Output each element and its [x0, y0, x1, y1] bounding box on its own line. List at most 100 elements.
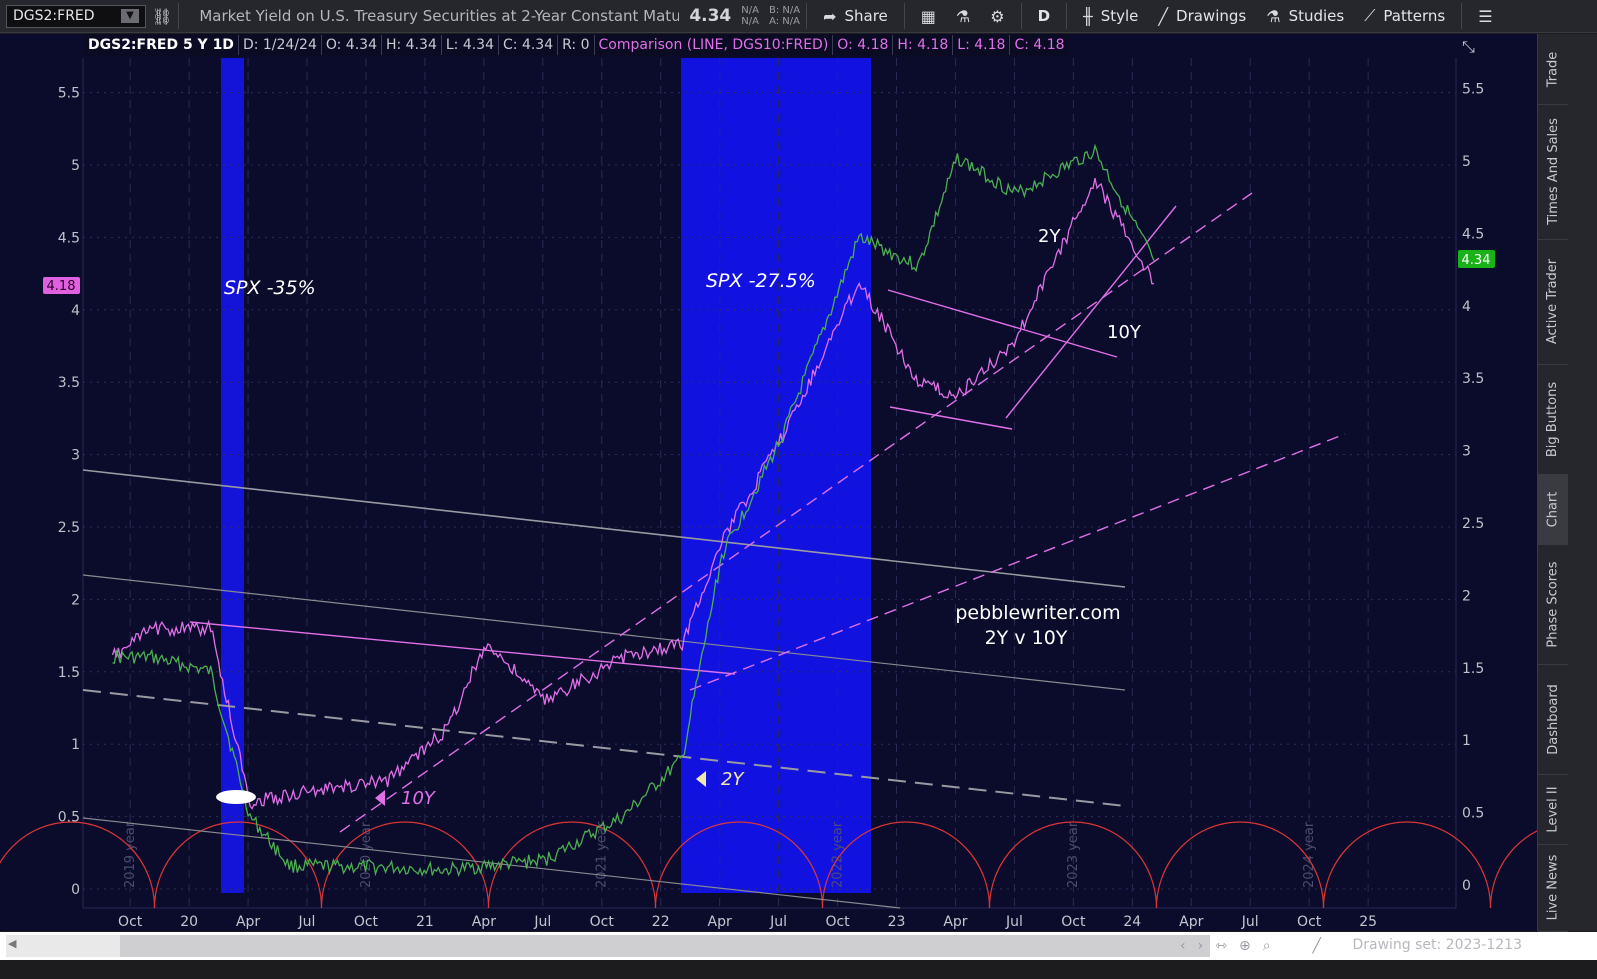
share-button[interactable]: ➦ Share [813, 0, 898, 33]
aggregation-button[interactable]: D [1028, 0, 1060, 33]
year-mark-label: 2024 year [1302, 821, 1317, 888]
symbol-selector[interactable]: DGS2:FRED ▼ [6, 4, 146, 28]
toolbar-divider [1066, 3, 1068, 29]
chevron-down-icon[interactable]: ▼ [121, 9, 139, 23]
x-tick-label: Oct [1297, 914, 1322, 930]
tab-big-buttons[interactable]: Big Buttons [1538, 364, 1568, 475]
x-tick-label: Jul [533, 914, 551, 930]
tab-times-and-sales[interactable]: Times And Sales [1538, 104, 1568, 240]
x-tick-label: Oct [1061, 914, 1086, 930]
scroll-thumb[interactable] [120, 935, 1210, 957]
candles-icon: ╫ [1083, 6, 1093, 26]
y-axis-right: 5.5 5 4.5 4 3.5 3 2.5 2 1.5 1 0.5 0 [1462, 82, 1484, 894]
y-tick-label: 1 [1462, 733, 1471, 749]
x-tick-label: Oct [118, 914, 143, 930]
scroll-right-arrow-icon[interactable]: › [1198, 938, 1204, 954]
pencil-icon: ╱ [1158, 6, 1169, 26]
y-tick-label: 5.5 [58, 86, 80, 102]
net-change: N/A N/A [741, 5, 759, 27]
y-tick-label: 2.5 [58, 520, 80, 536]
x-tick-label: Oct [354, 914, 379, 930]
drawings-button[interactable]: ╱ Drawings [1148, 0, 1256, 33]
scroll-left-icon[interactable]: ◀ [8, 937, 16, 950]
right-side-panel: Trade Times And Sales Active Trader Big … [1537, 34, 1597, 932]
drawing-set-label[interactable]: Drawing set: 2023-1213 [1352, 937, 1522, 953]
tab-phase-scores[interactable]: Phase Scores [1538, 544, 1568, 665]
annotation-spx-2020: SPX -35% [224, 277, 316, 299]
y-tick-label: 0.5 [1462, 806, 1484, 822]
y-tick-label: 0 [71, 882, 80, 898]
menu-button[interactable]: ☰ [1468, 0, 1502, 33]
scroll-left-arrow-icon[interactable]: ‹ [1180, 938, 1186, 954]
info-comp-open: O: 4.18 [833, 35, 894, 55]
badge-10y-value: 4.18 [47, 279, 76, 294]
y-tick-label: 2 [71, 592, 80, 608]
style-label: Style [1100, 7, 1139, 25]
year-mark-label: 2023 year [1066, 821, 1081, 888]
toolbar-divider [806, 3, 808, 29]
info-high: H: 4.34 [382, 35, 442, 55]
label-2y-low: 2Y [721, 769, 745, 790]
crosshair-icon[interactable]: ⊕ [1239, 938, 1251, 954]
studies-button[interactable]: ⚗ Studies [1256, 0, 1354, 33]
patterns-button[interactable]: ⟋ Patterns [1354, 0, 1455, 33]
patterns-icon: ⟋ [1364, 6, 1376, 25]
y-tick-label: 5 [1462, 154, 1471, 170]
bid-value: B: N/A [768, 5, 801, 16]
x-axis: Oct 20 Apr Jul Oct 21 Apr Jul Oct 22 Apr Jul Oct 23 Ap… [118, 914, 1377, 930]
settings-button[interactable]: ⚙ [980, 0, 1014, 33]
tab-live-news[interactable]: Live News [1538, 844, 1568, 932]
y-tick-label: 4.5 [58, 230, 80, 246]
calendar-icon: ▦ [920, 6, 936, 26]
toolbar-divider [178, 3, 180, 29]
y-tick-label: 3.5 [58, 375, 80, 391]
watermark-site: pebblewriter.com [955, 602, 1120, 624]
label-2y-high: 2Y [1038, 226, 1061, 247]
x-tick-label: Jul [1005, 914, 1023, 930]
x-tick-label: 25 [1359, 914, 1377, 930]
flask-icon: ⚗ [955, 6, 971, 26]
annotation-spx-2022: SPX -27.5% [706, 270, 816, 292]
tab-chart[interactable]: Chart [1538, 474, 1568, 545]
info-comparison[interactable]: Comparison (LINE, DGS10:FRED) [595, 35, 834, 55]
chart-area[interactable]: 2019 year 2020 year 2021 year 2022 year 2023… [0, 34, 1597, 931]
tab-dashboard[interactable]: Dashboard [1538, 664, 1568, 775]
tab-active-trader[interactable]: Active Trader [1538, 239, 1568, 365]
cycle-arc [1155, 821, 1325, 909]
series-line-10y [111, 177, 1154, 810]
zoom-icon[interactable]: ⌕ [1263, 938, 1271, 954]
y-tick-label: 2.5 [1462, 516, 1484, 532]
flask-icon: ⚗ [1266, 6, 1281, 26]
info-symbol-period[interactable]: DGS2:FRED 5 Y 1D [84, 35, 239, 55]
x-tick-label: 24 [1123, 914, 1141, 930]
year-mark-label: 2022 year [830, 821, 845, 888]
fit-icon[interactable]: ⇿ [1215, 938, 1227, 954]
info-comp-high: H: 4.18 [893, 35, 954, 55]
chart-scrollbar[interactable]: ◀ ‹ › ⇿ ⊕ ⌕ ╱ Drawing set: 2023-1213 [0, 932, 1597, 960]
link-icon[interactable]: ⛓ [152, 7, 172, 26]
tab-trade[interactable]: Trade [1538, 34, 1568, 105]
x-tick-label: Apr [472, 914, 496, 930]
price-chart[interactable]: 2019 year 2020 year 2021 year 2022 year 2023… [0, 34, 1597, 931]
tab-label: Trade [1545, 51, 1561, 87]
y-tick-label: 3 [1462, 444, 1471, 460]
chart-snapshot-button[interactable]: ▦ [911, 0, 946, 33]
ask-value: A: N/A [769, 16, 800, 27]
x-tick-label: Jul [298, 914, 316, 930]
y-tick-label: 3.5 [1462, 371, 1484, 387]
net-change-value: N/A [741, 5, 759, 16]
tab-level-ii[interactable]: Level II [1538, 774, 1568, 845]
y-tick-label: 1.5 [58, 665, 80, 681]
x-tick-label: 22 [652, 914, 670, 930]
scroll-tools: ‹ › ⇿ ⊕ ⌕ ╱ [1180, 935, 1321, 957]
tab-label: Big Buttons [1545, 381, 1561, 457]
tab-label: Times And Sales [1545, 118, 1561, 225]
thinkback-button[interactable]: ⚗ [946, 0, 980, 33]
tab-label: Level II [1545, 785, 1561, 833]
expand-collapse-icon[interactable]: ⤡ [1462, 37, 1475, 56]
net-change-percent: N/A [741, 16, 759, 27]
style-button[interactable]: ╫ Style [1073, 0, 1148, 33]
x-tick-label: 21 [416, 914, 434, 930]
drawing-pencil-icon[interactable]: ╱ [1313, 938, 1321, 954]
y-tick-label: 4 [71, 303, 80, 319]
